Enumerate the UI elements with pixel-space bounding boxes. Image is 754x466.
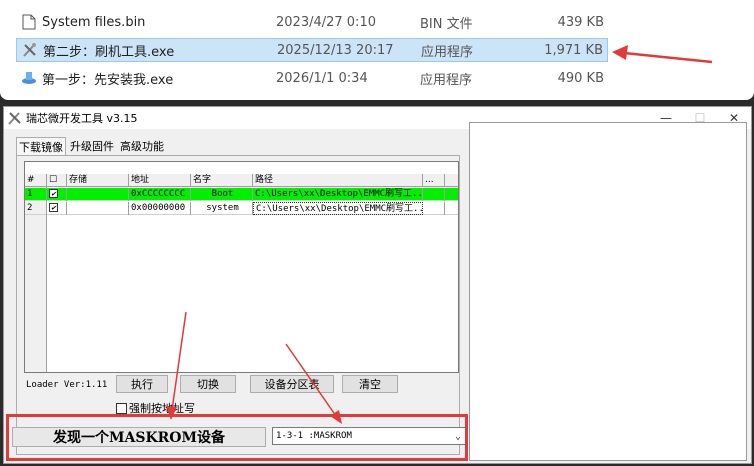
arrow-to-status [166, 311, 187, 420]
arrow-to-device-select [285, 343, 342, 424]
annotation-arrows [166, 45, 713, 424]
arrow-to-selected-file [612, 45, 713, 64]
